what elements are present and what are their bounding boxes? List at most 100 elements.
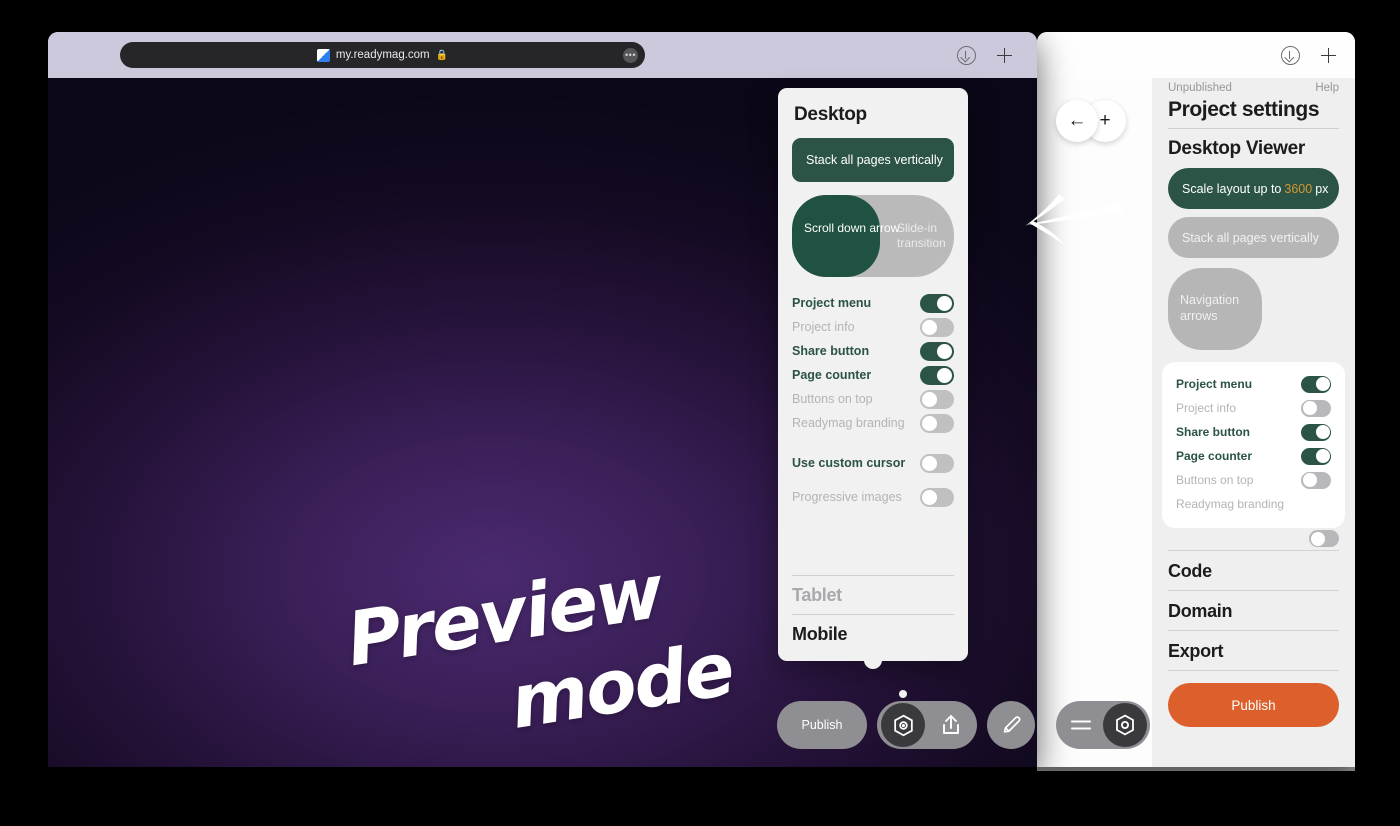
scroll-down-arrow-label: Scroll down arrow <box>804 221 900 235</box>
popover-toggle-project-info[interactable] <box>920 317 954 337</box>
plus-icon[interactable] <box>1320 47 1337 64</box>
toggle-row-page-counter[interactable]: Page counter <box>1162 444 1345 468</box>
toggle-label: Share button <box>1176 425 1250 439</box>
toggle-row-buttons-on-top[interactable]: Buttons on top <box>1162 468 1345 492</box>
toggle-row-share-button[interactable]: Share button <box>1162 420 1345 444</box>
settings-toggle-card: Project menu Project info Share button P… <box>1162 362 1345 528</box>
annotation-arrow-icon <box>1025 194 1123 246</box>
toggle-label: Readymag branding <box>792 416 905 430</box>
toggle-switch-project-menu[interactable] <box>1301 375 1331 393</box>
lock-icon: 🔒 <box>435 49 449 61</box>
background-canvas-edge <box>1037 767 1355 771</box>
hamburger-icon <box>1071 720 1091 730</box>
settings-link-export[interactable]: Export <box>1152 631 1355 670</box>
popover-toggle-share-button[interactable] <box>920 341 954 361</box>
browser-toolbar-front: my.readymag.com 🔒 ••• <box>48 32 1037 78</box>
browser-toolbar-back <box>1037 32 1355 78</box>
toggle-label: Project menu <box>1176 377 1253 391</box>
toolbar-front-window: Publish <box>777 701 1035 749</box>
page-menu-icon[interactable]: ••• <box>623 47 638 63</box>
back-arrow-icon: ← <box>1067 110 1087 131</box>
settings-status-row: Unpublished Help <box>1152 78 1355 94</box>
publish-button-toolbar[interactable]: Publish <box>777 701 867 749</box>
toggle-label: Readymag branding <box>1176 497 1285 511</box>
toggle-switch-project-info[interactable] <box>1301 399 1331 417</box>
scale-layout-suffix: px <box>1315 181 1329 196</box>
viewer-settings-popover: Desktop Stack all pages vertically Scrol… <box>778 88 968 669</box>
popover-toggle-row-page-counter[interactable]: Page counter <box>778 363 968 387</box>
navigation-arrows-button[interactable]: Navigation arrows <box>1168 268 1262 350</box>
popover-section-mobile[interactable]: Mobile <box>778 615 968 653</box>
settings-link-code[interactable]: Code <box>1152 551 1355 590</box>
toolbar-drag-handle[interactable] <box>899 690 907 698</box>
gear-eye-icon <box>1116 714 1134 736</box>
toggle-row-project-menu[interactable]: Project menu <box>1162 372 1345 396</box>
scale-layout-value[interactable]: 3600 <box>1281 182 1315 196</box>
toggle-label: Project info <box>1176 401 1237 415</box>
popover-toggle-progressive-images[interactable] <box>920 487 954 507</box>
popover-toggle-row-project-info[interactable]: Project info <box>778 315 968 339</box>
toggle-row-readymag-branding[interactable]: Readymag branding <box>1162 492 1345 516</box>
popover-transition-segment: Scroll down arrow Slide-in transition <box>792 195 954 277</box>
popover-toggle-readymag-branding[interactable] <box>920 413 954 433</box>
readymag-favicon <box>316 48 330 62</box>
publish-button-settings[interactable]: Publish <box>1168 683 1339 727</box>
popover-stack-pages-label: Stack all pages vertically <box>806 153 943 167</box>
popover-toggle-row-project-menu[interactable]: Project menu <box>778 291 968 315</box>
preview-mode-button[interactable] <box>881 703 925 747</box>
settings-link-domain[interactable]: Domain <box>1152 591 1355 630</box>
toggle-label: Buttons on top <box>1176 473 1254 487</box>
popover-toggle-row-buttons-on-top[interactable]: Buttons on top <box>778 387 968 411</box>
toggle-label: Progressive images <box>792 490 902 504</box>
url-text: my.readymag.com <box>335 49 430 61</box>
eye-icon <box>893 714 913 736</box>
popover-section-tablet[interactable]: Tablet <box>778 576 968 614</box>
settings-gear-button[interactable] <box>1103 703 1147 747</box>
toolbar-preview-share-group <box>877 701 977 749</box>
popover-toggle-row-progressive-images[interactable]: Progressive images <box>778 485 968 509</box>
publish-toolbar-label: Publish <box>801 718 843 732</box>
popover-toggle-buttons-on-top[interactable] <box>920 389 954 409</box>
toggle-label: Buttons on top <box>792 392 873 406</box>
scroll-down-arrow-option[interactable] <box>792 195 880 277</box>
screenshot-root: Unpublished Help Project settings Deskto… <box>0 0 1400 826</box>
toggle-label: Project info <box>792 320 855 334</box>
toggle-label: Share button <box>792 344 870 358</box>
toggle-switch-readymag-branding[interactable] <box>1309 530 1339 547</box>
plus-icon[interactable] <box>996 47 1013 64</box>
edit-mode-button[interactable] <box>987 701 1035 749</box>
slide-in-transition-label: Slide-in transition <box>897 221 946 250</box>
download-icon[interactable] <box>957 46 976 65</box>
popover-toggle-list: Project menu Project info Share button P… <box>778 277 968 509</box>
popover-toggle-row-use-custom-cursor[interactable]: Use custom cursor <box>778 451 968 475</box>
help-link[interactable]: Help <box>1315 82 1339 94</box>
popover-toggle-use-custom-cursor[interactable] <box>920 453 954 473</box>
publish-button-label: Publish <box>1231 697 1276 713</box>
popover-stack-pages-button[interactable]: Stack all pages vertically <box>792 138 954 182</box>
popover-toggle-row-share-button[interactable]: Share button <box>778 339 968 363</box>
popover-spacer <box>778 509 968 575</box>
stack-pages-button[interactable]: Stack all pages vertically <box>1168 217 1339 258</box>
nav-back-button[interactable]: ← <box>1056 100 1098 142</box>
pencil-icon <box>1003 716 1021 733</box>
share-button[interactable] <box>929 703 973 747</box>
navigation-arrows-label: Navigation arrows <box>1180 293 1240 323</box>
address-bar[interactable]: my.readymag.com 🔒 ••• <box>120 42 645 68</box>
scale-layout-button[interactable]: Scale layout up to 3600 px <box>1168 168 1339 209</box>
toggle-label: Page counter <box>1176 449 1253 463</box>
toggle-switch-share-button[interactable] <box>1301 423 1331 441</box>
popover-toggle-row-readymag-branding[interactable]: Readymag branding <box>778 411 968 435</box>
download-icon[interactable] <box>1281 46 1300 65</box>
toggle-row-project-info[interactable]: Project info <box>1162 396 1345 420</box>
toolbar-back-group <box>1056 701 1150 749</box>
toggle-label: Use custom cursor <box>792 456 906 470</box>
settings-divider-export <box>1168 670 1339 671</box>
toggle-switch-buttons-on-top[interactable] <box>1301 471 1331 489</box>
popover-toggle-gap <box>778 435 968 451</box>
share-icon <box>943 715 959 734</box>
toggle-switch-page-counter[interactable] <box>1301 447 1331 465</box>
hamburger-menu-button[interactable] <box>1059 703 1103 747</box>
popover-toggle-page-counter[interactable] <box>920 365 954 385</box>
settings-title: Project settings <box>1168 98 1320 121</box>
popover-toggle-project-menu[interactable] <box>920 293 954 313</box>
